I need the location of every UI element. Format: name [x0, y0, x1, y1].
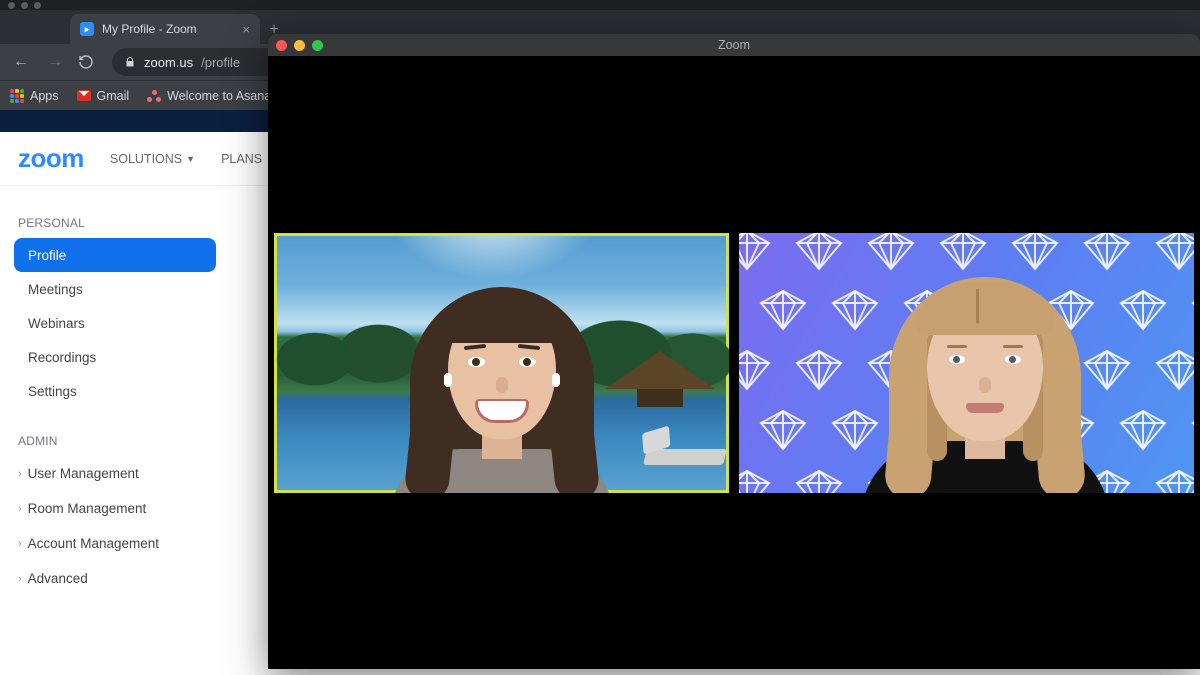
bookmark-label: Gmail: [97, 89, 130, 103]
sidebar-item-label: Room Management: [28, 501, 147, 516]
reload-button[interactable]: [78, 54, 100, 70]
sidebar-item-profile[interactable]: Profile: [14, 238, 216, 272]
sidebar-item-label: Webinars: [28, 316, 85, 331]
window-close-button[interactable]: [276, 40, 287, 51]
nav-plans[interactable]: PLANS: [221, 152, 262, 166]
nav-label: PLANS: [221, 152, 262, 166]
mac-dot: [8, 2, 15, 9]
sidebar-item-meetings[interactable]: Meetings: [14, 272, 216, 306]
sidebar-item-user-management[interactable]: › User Management: [14, 456, 216, 491]
tab-title: My Profile - Zoom: [102, 22, 234, 36]
participant-avatar: [845, 261, 1125, 493]
video-gallery: [268, 56, 1200, 669]
sidebar: PERSONAL Profile Meetings Webinars Recor…: [0, 186, 230, 614]
bookmark-gmail[interactable]: Gmail: [77, 89, 130, 103]
sidebar-item-account-management[interactable]: › Account Management: [14, 526, 216, 561]
sidebar-item-label: User Management: [28, 466, 139, 481]
zoom-app-window[interactable]: Zoom: [268, 34, 1200, 669]
zoom-titlebar[interactable]: Zoom: [268, 34, 1200, 56]
sidebar-item-label: Settings: [28, 384, 77, 399]
chevron-down-icon: ▼: [186, 154, 195, 164]
mac-dot: [34, 2, 41, 9]
chevron-right-icon: ›: [18, 573, 22, 585]
asana-icon: [147, 90, 161, 102]
lock-icon: [124, 56, 136, 68]
url-path: /profile: [201, 55, 240, 70]
chevron-right-icon: ›: [18, 468, 22, 480]
sidebar-item-settings[interactable]: Settings: [14, 374, 216, 408]
zoom-favicon-icon: ▸: [80, 22, 94, 36]
forward-button[interactable]: →: [44, 53, 66, 71]
gmail-icon: [77, 90, 91, 101]
nav-label: SOLUTIONS: [110, 152, 182, 166]
url-host: zoom.us: [144, 55, 193, 70]
browser-tab[interactable]: ▸ My Profile - Zoom ×: [70, 14, 260, 44]
window-title: Zoom: [718, 38, 750, 52]
sidebar-item-label: Account Management: [28, 536, 159, 551]
mac-menubar: [0, 0, 1200, 10]
video-tile-participant[interactable]: [739, 233, 1194, 493]
window-traffic-lights: [276, 40, 323, 51]
tab-close-icon[interactable]: ×: [242, 22, 250, 37]
virtual-bg-lounger: [643, 449, 727, 465]
participant-avatar: [372, 269, 632, 493]
mac-traffic-lights: [8, 2, 41, 9]
bookmark-label: Apps: [30, 89, 59, 103]
nav-solutions[interactable]: SOLUTIONS ▼: [110, 152, 195, 166]
sidebar-item-label: Profile: [28, 248, 66, 263]
window-minimize-button[interactable]: [294, 40, 305, 51]
zoom-logo[interactable]: zoom: [18, 143, 84, 174]
chevron-right-icon: ›: [18, 503, 22, 515]
bookmark-apps[interactable]: Apps: [10, 89, 59, 103]
sidebar-item-webinars[interactable]: Webinars: [14, 306, 216, 340]
apps-grid-icon: [10, 89, 24, 103]
bookmark-asana[interactable]: Welcome to Asana: [147, 89, 271, 103]
bookmark-label: Welcome to Asana: [167, 89, 271, 103]
mac-dot: [21, 2, 28, 9]
window-maximize-button[interactable]: [312, 40, 323, 51]
sidebar-item-room-management[interactable]: › Room Management: [14, 491, 216, 526]
sidebar-item-label: Advanced: [28, 571, 88, 586]
sidebar-item-label: Meetings: [28, 282, 83, 297]
sidebar-item-advanced[interactable]: › Advanced: [14, 561, 216, 596]
video-tile-active-speaker[interactable]: [274, 233, 729, 493]
sidebar-item-recordings[interactable]: Recordings: [14, 340, 216, 374]
back-button[interactable]: ←: [10, 53, 32, 71]
section-label-admin: ADMIN: [18, 434, 216, 448]
chevron-right-icon: ›: [18, 538, 22, 550]
section-label-personal: PERSONAL: [18, 216, 216, 230]
sidebar-item-label: Recordings: [28, 350, 96, 365]
